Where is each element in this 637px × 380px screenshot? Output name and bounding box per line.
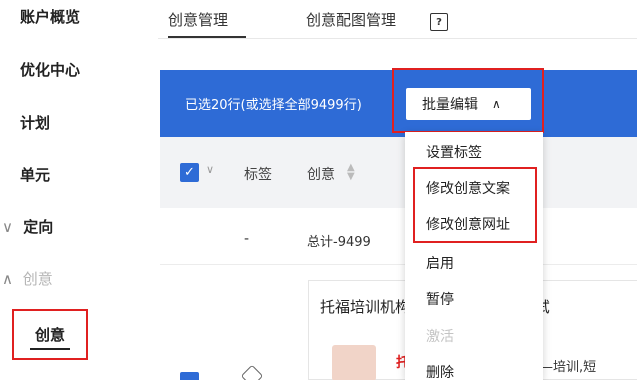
sidebar-item-account-overview[interactable]: 账户概览 [20,6,80,27]
sidebar: 账户概览 优化中心 计划 单元 ∨ 定向 ∧ 创意 创意 [0,0,150,380]
tab-creative-management[interactable]: 创意管理 [168,9,228,30]
column-header-label: 标签 [244,167,272,183]
creative-description: —培训,短 [540,360,597,375]
chevron-down-icon: ∨ [2,218,13,236]
menu-item-delete[interactable]: 删除 [426,362,454,380]
chevron-up-icon: ∧ [2,270,13,288]
sidebar-item-label: 定向 [23,218,54,236]
menu-item-pause[interactable]: 暂停 [426,289,454,309]
menu-item-enable[interactable]: 启用 [426,253,454,273]
sidebar-item-unit[interactable]: 单元 [20,164,50,185]
sidebar-item-creative-group[interactable]: ∧ 创意 [2,268,53,289]
sidebar-active-highlight: 创意 [12,309,88,360]
menu-item-activate: 激活 [426,329,454,345]
help-icon[interactable]: ? [430,13,448,31]
bulk-edit-label: 批量编辑 [422,97,478,113]
menu-item-set-tags[interactable]: 设置标签 [426,142,482,162]
divider [158,38,637,39]
table-header [160,137,637,208]
sidebar-item-targeting[interactable]: ∨ 定向 [2,216,53,237]
bulk-edit-button[interactable]: 批量编辑 ∧ [406,88,531,120]
tag-icon[interactable] [240,364,264,380]
row-checkbox[interactable] [180,372,199,380]
menu-highlight [413,167,537,243]
active-underline [30,348,70,350]
chevron-down-icon[interactable]: ∨ [206,163,214,176]
sidebar-item-label: 创意 [22,270,53,288]
total-label-cell: - [244,231,250,247]
divider [160,264,637,265]
tab-creative-image-management[interactable]: 创意配图管理 [306,9,396,30]
sidebar-item-optimization[interactable]: 优化中心 [20,59,80,80]
sidebar-item-plan[interactable]: 计划 [20,112,50,133]
total-count: 总计-9499 [307,235,371,250]
select-all-checkbox[interactable]: ✓ [180,163,199,182]
column-header-creative[interactable]: 创意 [307,164,335,184]
chevron-up-icon: ∧ [492,97,501,111]
sort-icon[interactable]: ▲ ▼ [347,163,355,182]
selection-count-text[interactable]: 已选20行(或选择全部9499行) [185,94,362,113]
creative-thumbnail [332,345,376,380]
sidebar-item-creative[interactable]: 创意 [14,311,86,358]
